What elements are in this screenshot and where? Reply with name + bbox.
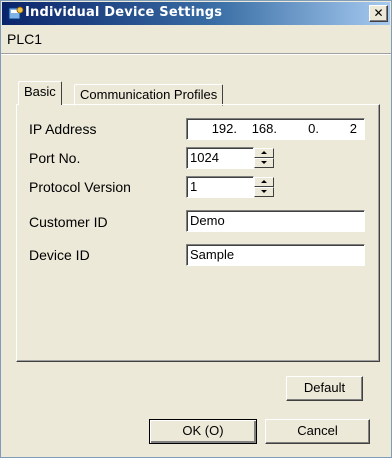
customer-id-label: Customer ID	[29, 214, 108, 230]
protocol-version-spinner: 1	[186, 176, 276, 198]
ip-address-label: IP Address	[29, 121, 97, 137]
port-spin-buttons	[254, 148, 274, 168]
tab-basic[interactable]: Basic	[18, 81, 62, 105]
header-separator	[1, 53, 391, 55]
cancel-button[interactable]: Cancel	[265, 419, 370, 444]
protocol-version-input[interactable]: 1	[186, 176, 254, 198]
arrow-down-icon	[261, 190, 267, 193]
port-number-label: Port No.	[29, 150, 81, 166]
device-id-label: Device ID	[29, 247, 90, 263]
protocol-spin-down-button[interactable]	[254, 187, 274, 197]
ip-address-field[interactable]: 192. 168. 0. 2	[186, 118, 365, 140]
close-icon: ✕	[373, 6, 384, 20]
tab-communication-profiles[interactable]: Communication Profiles	[74, 84, 224, 106]
plc-settings-icon	[8, 6, 24, 20]
port-spin-down-button[interactable]	[254, 158, 274, 168]
ok-button[interactable]: OK (O)	[149, 419, 257, 444]
title-bar[interactable]: Individual Device Settings ✕	[2, 2, 390, 25]
window-title: Individual Device Settings	[25, 5, 223, 20]
protocol-spin-up-button[interactable]	[254, 177, 274, 187]
device-name-label: PLC1	[7, 31, 43, 47]
default-button[interactable]: Default	[286, 376, 363, 401]
arrow-up-icon	[261, 180, 267, 183]
ip-octet-3: 0.	[308, 121, 319, 136]
arrow-down-icon	[261, 161, 267, 164]
device-id-input[interactable]: Sample	[186, 244, 365, 266]
protocol-spin-buttons	[254, 177, 274, 197]
basic-tab-panel	[16, 104, 380, 362]
port-number-input[interactable]: 1024	[186, 147, 254, 169]
ip-octet-4: 2	[349, 121, 357, 136]
arrow-up-icon	[261, 151, 267, 154]
port-spin-up-button[interactable]	[254, 148, 274, 158]
ip-octet-1: 192.	[211, 121, 237, 136]
close-button[interactable]: ✕	[369, 5, 388, 22]
protocol-version-label: Protocol Version	[29, 179, 131, 195]
ip-octet-2: 168.	[251, 121, 277, 136]
customer-id-input[interactable]: Demo	[186, 210, 365, 232]
port-number-spinner: 1024	[186, 147, 276, 169]
device-settings-dialog: Individual Device Settings ✕ PLC1 Basic …	[0, 0, 392, 458]
